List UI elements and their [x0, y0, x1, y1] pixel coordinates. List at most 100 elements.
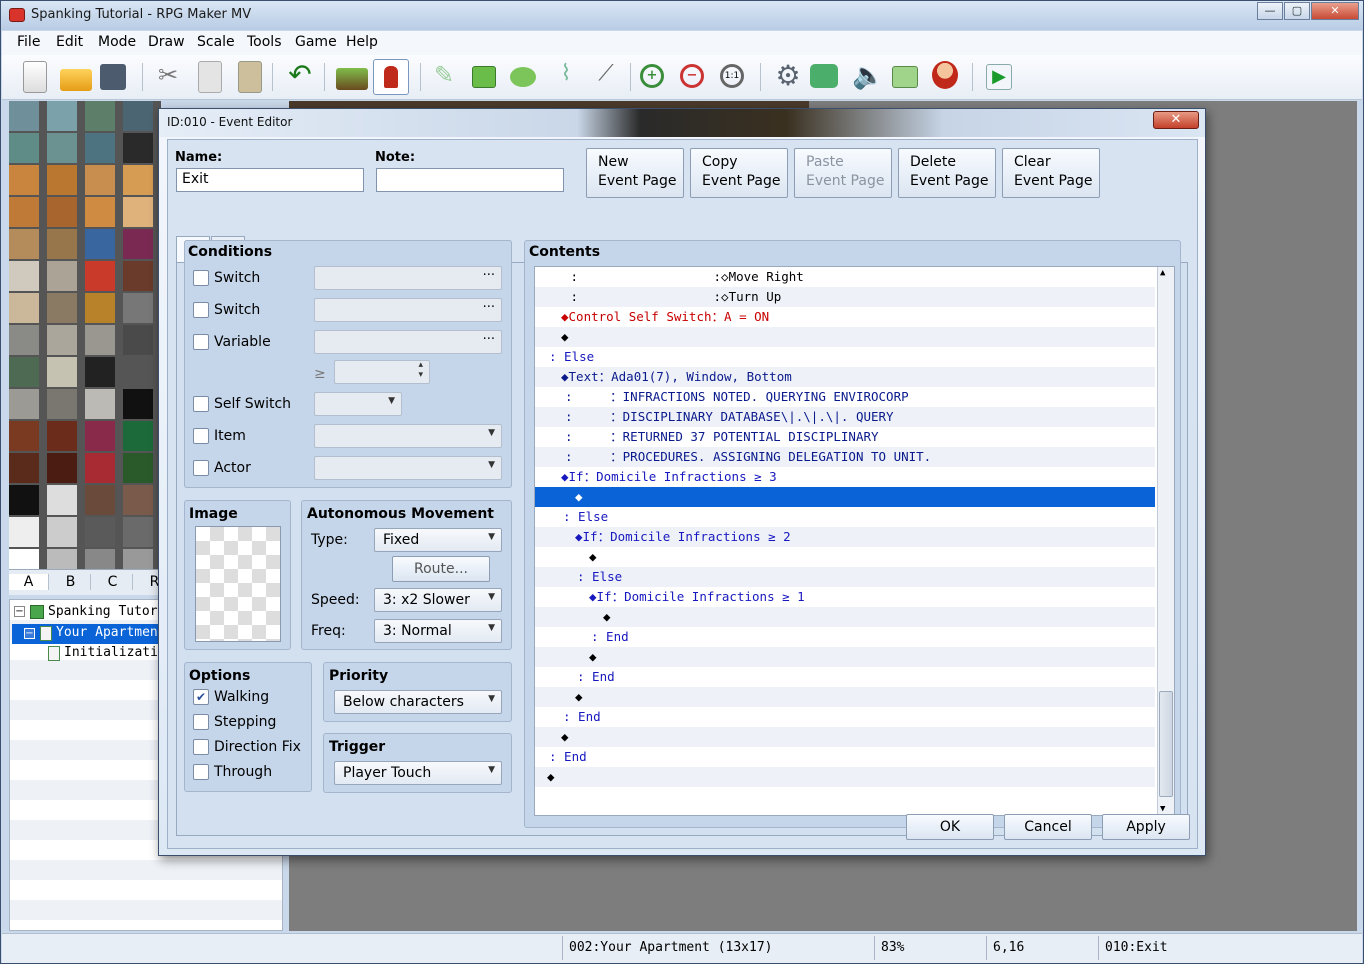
- command-line[interactable]: ◆Text：Ada01(7), Window, Bottom: [561, 369, 792, 384]
- pencil-icon[interactable]: ✎: [428, 61, 460, 93]
- rectangle-icon[interactable]: [472, 66, 496, 88]
- direction-fix-checkbox[interactable]: [193, 739, 209, 755]
- command-line[interactable]: : Else: [577, 569, 622, 584]
- tab-tileset-b[interactable]: B: [51, 574, 91, 590]
- name-field[interactable]: Exit: [176, 168, 364, 192]
- scrollbar-thumb[interactable]: [1159, 691, 1173, 797]
- new-project-icon[interactable]: [23, 61, 47, 93]
- switch1-select[interactable]: ···: [314, 266, 502, 290]
- menu-tools[interactable]: Tools: [247, 34, 282, 50]
- undo-icon[interactable]: ↶: [284, 61, 316, 93]
- menu-help[interactable]: Help: [346, 34, 378, 50]
- menu-game[interactable]: Game: [295, 34, 337, 50]
- command-line-selected[interactable]: ◆: [575, 489, 583, 504]
- delete-event-page-button[interactable]: Delete Event Page: [898, 148, 996, 198]
- switch2-select[interactable]: ···: [314, 298, 502, 322]
- tree-item-your-apartment[interactable]: Your Apartment: [56, 625, 166, 640]
- event-searcher-icon[interactable]: [892, 66, 918, 88]
- event-commands-list[interactable]: : :◇Move Right : :◇Turn Up ◆Control Self…: [534, 266, 1175, 816]
- command-line[interactable]: : ：DISCIPLINARY DATABASE\|.\|.\|. QUERY: [565, 409, 894, 424]
- command-line[interactable]: ◆If：Domicile Infractions ≥ 2: [575, 529, 791, 544]
- ellipse-icon[interactable]: [510, 67, 536, 87]
- cut-icon[interactable]: ✂: [152, 61, 184, 93]
- command-line[interactable]: : End: [563, 709, 601, 724]
- playtest-icon[interactable]: ▶: [986, 64, 1012, 90]
- tab-tileset-c[interactable]: C: [93, 574, 133, 590]
- menu-draw[interactable]: Draw: [148, 34, 185, 50]
- actor-select[interactable]: ▼: [314, 456, 502, 480]
- variable-checkbox[interactable]: [193, 334, 209, 350]
- command-line[interactable]: : Else: [563, 509, 608, 524]
- maximize-icon[interactable]: ▢: [1284, 2, 1310, 20]
- ok-button[interactable]: OK: [906, 814, 994, 840]
- sound-test-icon[interactable]: 🔈: [852, 61, 884, 93]
- menu-edit[interactable]: Edit: [56, 34, 83, 50]
- shadow-pen-icon[interactable]: ⟋: [590, 61, 622, 93]
- close-icon[interactable]: ✕: [1311, 2, 1359, 20]
- command-line[interactable]: ◆If：Domicile Infractions ≥ 1: [589, 589, 805, 604]
- new-event-page-button[interactable]: New Event Page: [586, 148, 684, 198]
- open-project-icon[interactable]: [60, 69, 92, 91]
- menu-file[interactable]: File: [17, 34, 40, 50]
- command-line[interactable]: ◆: [561, 729, 569, 744]
- actor-checkbox[interactable]: [193, 460, 209, 476]
- character-generator-icon[interactable]: [932, 61, 958, 89]
- tab-tileset-a[interactable]: A: [9, 574, 49, 590]
- fill-icon[interactable]: ⌇: [550, 61, 582, 93]
- collapse-icon[interactable]: −: [24, 628, 35, 639]
- plugin-manager-icon[interactable]: [810, 64, 838, 88]
- command-line[interactable]: : :◇Turn Up: [563, 289, 782, 304]
- event-mode-icon[interactable]: [373, 59, 409, 95]
- self-switch-checkbox[interactable]: [193, 396, 209, 412]
- movement-speed-select[interactable]: 3: x2 Slower ▼: [374, 588, 502, 612]
- item-checkbox[interactable]: [193, 428, 209, 444]
- paste-icon[interactable]: [238, 61, 262, 93]
- self-switch-select[interactable]: ▼: [314, 392, 402, 416]
- priority-select[interactable]: Below characters ▼: [334, 690, 502, 714]
- map-mode-icon[interactable]: [336, 68, 368, 90]
- switch1-checkbox[interactable]: [193, 270, 209, 286]
- menu-mode[interactable]: Mode: [98, 34, 136, 50]
- command-line[interactable]: : ：INFRACTIONS NOTED. QUERYING ENVIROCOR…: [565, 389, 909, 404]
- tileset-palette[interactable]: [9, 101, 161, 579]
- command-line[interactable]: : ：RETURNED 37 POTENTIAL DISCIPLINARY: [565, 429, 879, 444]
- command-line[interactable]: ◆: [589, 649, 597, 664]
- clear-event-page-button[interactable]: Clear Event Page: [1002, 148, 1100, 198]
- menu-scale[interactable]: Scale: [197, 34, 235, 50]
- movement-freq-select[interactable]: 3: Normal ▼: [374, 619, 502, 643]
- command-line[interactable]: : ：PROCEDURES. ASSIGNING DELEGATION TO U…: [565, 449, 931, 464]
- command-line[interactable]: : Else: [549, 349, 594, 364]
- command-line[interactable]: ◆: [603, 609, 611, 624]
- copy-event-page-button[interactable]: Copy Event Page: [690, 148, 788, 198]
- through-checkbox[interactable]: [193, 764, 209, 780]
- actual-size-icon[interactable]: 1:1: [720, 64, 744, 88]
- close-icon[interactable]: ✕: [1153, 111, 1199, 129]
- command-line[interactable]: : End: [591, 629, 629, 644]
- command-line[interactable]: : End: [577, 669, 615, 684]
- command-line[interactable]: ◆: [547, 769, 555, 784]
- variable-select[interactable]: ···: [314, 330, 502, 354]
- command-line[interactable]: ◆If：Domicile Infractions ≥ 3: [561, 469, 777, 484]
- command-line[interactable]: ◆Control Self Switch：A = ON: [561, 309, 769, 324]
- switch2-checkbox[interactable]: [193, 302, 209, 318]
- apply-button[interactable]: Apply: [1102, 814, 1190, 840]
- walking-checkbox[interactable]: ✔: [193, 689, 209, 705]
- zoom-out-icon[interactable]: −: [680, 64, 704, 88]
- event-image[interactable]: [195, 526, 281, 642]
- route-button[interactable]: Route...: [392, 556, 490, 582]
- contents-scrollbar[interactable]: ▲ ▼: [1157, 267, 1174, 815]
- copy-icon[interactable]: [198, 61, 222, 93]
- command-line[interactable]: : :◇Move Right: [563, 269, 804, 284]
- paste-event-page-button[interactable]: Paste Event Page: [794, 148, 892, 198]
- cancel-button[interactable]: Cancel: [1004, 814, 1092, 840]
- item-select[interactable]: ▼: [314, 424, 502, 448]
- command-line[interactable]: ◆: [575, 689, 583, 704]
- note-field[interactable]: [376, 168, 564, 192]
- command-line[interactable]: ◆: [561, 329, 569, 344]
- stepping-checkbox[interactable]: [193, 714, 209, 730]
- minimize-icon[interactable]: —: [1257, 2, 1283, 20]
- save-project-icon[interactable]: [100, 64, 126, 90]
- variable-value-spinner[interactable]: ▴ ▾: [334, 360, 430, 384]
- database-icon[interactable]: ⚙: [772, 61, 804, 93]
- collapse-icon[interactable]: −: [14, 606, 25, 617]
